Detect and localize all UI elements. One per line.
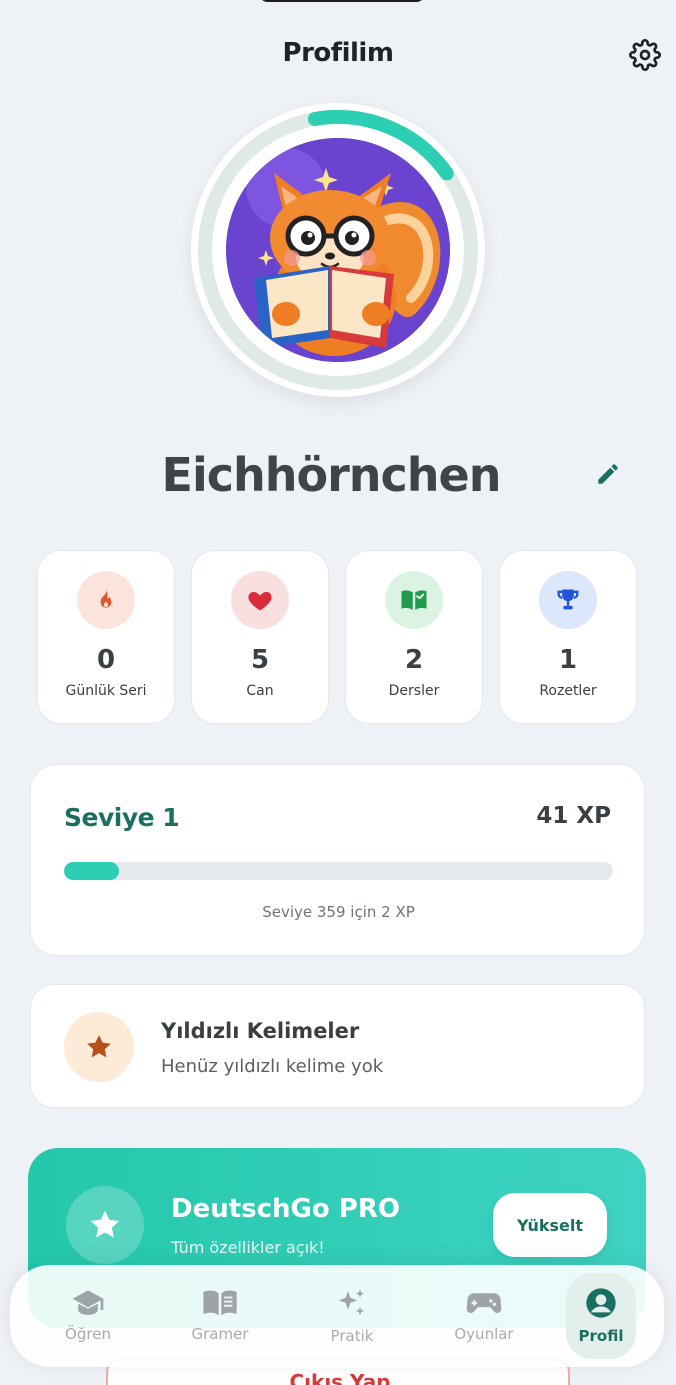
xp-total: 41 XP xyxy=(536,803,611,829)
logout-label: Çıkış Yap xyxy=(289,1370,391,1385)
upgrade-button[interactable]: Yükselt xyxy=(493,1193,607,1257)
stat-label: Dersler xyxy=(388,683,440,699)
avatar-ring[interactable] xyxy=(191,103,485,397)
stat-card-lives[interactable]: 5 Can xyxy=(191,550,329,724)
tab-profile[interactable]: Profil xyxy=(566,1273,636,1359)
level-progress-fill xyxy=(64,862,119,880)
squirrel-avatar-image xyxy=(226,138,450,362)
page-title: Profilim xyxy=(282,38,394,68)
tab-label: Pratik xyxy=(330,1327,374,1345)
tab-grammar[interactable]: Gramer xyxy=(170,1273,270,1359)
stat-label: Can xyxy=(246,683,274,699)
tab-practice[interactable]: Pratik xyxy=(302,1273,402,1359)
tab-label: Profil xyxy=(578,1327,624,1345)
tab-label: Oyunlar xyxy=(454,1325,514,1343)
stat-icon-bg xyxy=(539,571,597,629)
avatar xyxy=(226,138,450,362)
open-book-icon xyxy=(401,590,427,610)
level-title: Seviye 1 xyxy=(64,803,180,832)
gear-icon xyxy=(629,39,661,71)
settings-button[interactable] xyxy=(626,36,664,74)
stat-value: 2 xyxy=(404,645,424,675)
gamepad-icon xyxy=(466,1293,502,1313)
starred-subtitle: Henüz yıldızlı kelime yok xyxy=(161,1056,384,1077)
stat-value: 5 xyxy=(250,645,270,675)
book-icon xyxy=(203,1290,237,1316)
username: Eichhörnchen xyxy=(161,448,502,502)
pro-icon-bg xyxy=(66,1186,144,1264)
edit-username-button[interactable] xyxy=(590,456,626,492)
stat-card-streak[interactable]: 0 Günlük Seri xyxy=(37,550,175,724)
heart-icon xyxy=(248,591,272,611)
tab-learn[interactable]: Öğren xyxy=(38,1273,138,1359)
pencil-icon xyxy=(598,464,618,484)
pro-subtitle: Tüm özellikler açık! xyxy=(171,1238,325,1257)
tab-games[interactable]: Oyunlar xyxy=(434,1273,534,1359)
star-icon xyxy=(87,1035,111,1058)
stat-value: 1 xyxy=(558,645,578,675)
tab-label: Gramer xyxy=(191,1325,249,1343)
pro-title: DeutschGo PRO xyxy=(171,1194,400,1224)
user-circle-icon xyxy=(586,1288,616,1318)
stat-icon-bg xyxy=(231,571,289,629)
trophy-icon xyxy=(557,589,579,610)
graduation-cap-icon xyxy=(72,1290,104,1315)
stat-label: Günlük Seri xyxy=(65,683,147,699)
sparkles-icon xyxy=(338,1289,364,1315)
level-card: Seviye 1 41 XP Seviye 359 için 2 XP xyxy=(30,764,645,956)
star-icon xyxy=(90,1210,120,1238)
stat-card-lessons[interactable]: 2 Dersler xyxy=(345,550,483,724)
level-subtitle: Seviye 359 için 2 XP xyxy=(262,903,415,921)
stat-value: 0 xyxy=(96,645,116,675)
stat-card-badges[interactable]: 1 Rozetler xyxy=(499,550,637,724)
device-notch xyxy=(258,0,426,2)
starred-words-card[interactable]: Yıldızlı Kelimeler Henüz yıldızlı kelime… xyxy=(30,984,645,1108)
stat-label: Rozetler xyxy=(539,683,597,699)
stats-row: 0 Günlük Seri 5 Can 2 Dersler 1 Rozetler xyxy=(37,550,639,724)
stat-icon-bg xyxy=(77,571,135,629)
bottom-tab-bar: Öğren Gramer Pratik Oyunlar Profil xyxy=(10,1265,664,1367)
tab-label: Öğren xyxy=(65,1325,111,1343)
profile-screen: Profilim Eichhörnchen 0 Günlük Seri 5 Ca… xyxy=(0,0,676,1385)
stat-icon-bg xyxy=(385,571,443,629)
level-progress-bar xyxy=(64,862,613,880)
starred-title: Yıldızlı Kelimeler xyxy=(161,1019,360,1043)
starred-icon-bg xyxy=(64,1012,134,1082)
flame-icon xyxy=(100,589,112,608)
